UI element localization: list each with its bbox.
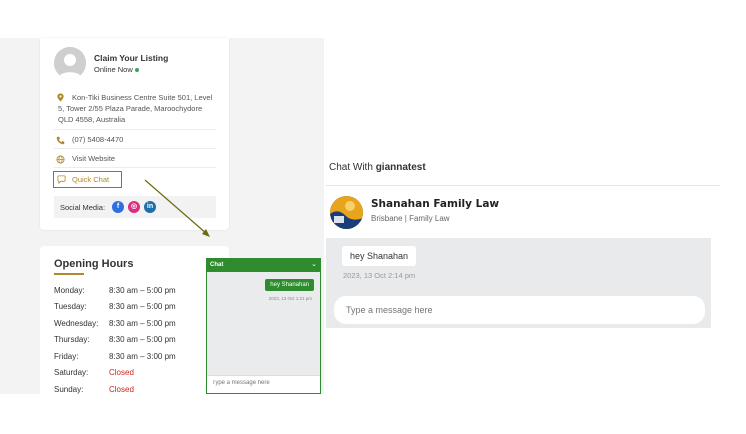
divider	[326, 185, 720, 186]
hours-time: 8:30 am – 5:00 pm	[109, 302, 176, 311]
chat-message-time: 2023, 13 Oct 2:14 pm	[343, 271, 416, 280]
chevron-down-icon[interactable]: ⌄	[311, 260, 317, 268]
chat-widget-message: hey Shanahan	[265, 279, 314, 291]
hours-row: Friday: 8:30 am – 3:00 pm	[54, 352, 214, 368]
hours-day: Thursday:	[54, 335, 90, 344]
hours-time: 8:30 am – 5:00 pm	[109, 319, 176, 328]
hours-day: Sunday:	[54, 385, 84, 394]
chat-heading-prefix: Chat With	[329, 162, 373, 173]
hours-time: 8:30 am – 3:00 pm	[109, 352, 176, 361]
online-status: Online Now	[94, 65, 139, 74]
hours-day: Wednesday:	[54, 319, 99, 328]
chat-message-area: hey Shanahan 2023, 13 Oct 2:14 pm	[326, 238, 711, 328]
firm-subtitle: Brisbane | Family Law	[371, 214, 450, 223]
social-media-label: Social Media:	[60, 203, 106, 212]
firm-logo	[330, 196, 363, 229]
address-text: Kon-Tiki Business Centre Suite 501, Leve…	[58, 92, 218, 125]
address-value: Kon-Tiki Business Centre Suite 501, Leve…	[58, 93, 213, 124]
facebook-icon[interactable]: f	[112, 201, 124, 213]
hours-time: 8:30 am – 5:00 pm	[109, 335, 176, 344]
chat-heading: Chat With giannatest	[329, 162, 426, 173]
chat-widget-input-area	[207, 375, 320, 393]
user-icon	[54, 47, 86, 79]
claim-listing-title[interactable]: Claim Your Listing	[94, 53, 168, 63]
chat-username: giannatest	[375, 162, 426, 173]
linkedin-icon[interactable]: in	[144, 201, 156, 213]
hours-time-closed: Closed	[109, 368, 134, 377]
firm-logo-image	[330, 196, 363, 229]
chat-widget-input[interactable]	[212, 380, 312, 386]
opening-hours-title: Opening Hours	[54, 258, 134, 270]
address-row: Kon-Tiki Business Centre Suite 501, Leve…	[54, 91, 216, 130]
opening-hours-card: Opening Hours Monday: 8:30 am – 5:00 pm …	[40, 246, 229, 394]
online-status-text: Online Now	[94, 65, 133, 74]
online-dot-icon	[134, 68, 139, 73]
phone-text[interactable]: (07) 5408-4470	[72, 134, 123, 145]
hours-day: Friday:	[54, 352, 79, 361]
visit-website-link[interactable]: Visit Website	[72, 153, 115, 164]
phone-icon	[56, 136, 65, 145]
chat-widget-title: Chat	[210, 262, 224, 268]
instagram-icon[interactable]: ◎	[128, 201, 140, 213]
hours-day: Tuesday:	[54, 302, 87, 311]
hours-time-closed: Closed	[109, 385, 134, 394]
listing-card: Claim Your Listing Online Now Kon-Tiki B…	[40, 38, 229, 230]
chat-message: hey Shanahan	[342, 246, 417, 266]
hours-row: Saturday: Closed	[54, 368, 214, 384]
chat-widget: Chat ⌄ hey Shanahan 2023, 13 Oct 1:21 pm	[206, 258, 321, 394]
chat-bubble-icon	[57, 175, 66, 184]
phone-row[interactable]: (07) 5408-4470	[54, 130, 216, 149]
hours-day: Monday:	[54, 286, 85, 295]
quick-chat-label: Quick Chat	[72, 175, 110, 184]
title-underline	[54, 273, 84, 275]
hours-row: Monday: 8:30 am – 5:00 pm	[54, 286, 214, 302]
website-row[interactable]: Visit Website	[54, 149, 216, 168]
hours-row: Sunday: Closed	[54, 385, 214, 401]
avatar	[54, 47, 86, 79]
message-input[interactable]	[334, 296, 705, 324]
hours-row: Wednesday: 8:30 am – 5:00 pm	[54, 319, 214, 335]
hours-row: Thursday: 8:30 am – 5:00 pm	[54, 335, 214, 351]
quick-chat-button[interactable]: Quick Chat	[53, 171, 122, 188]
hours-day: Saturday:	[54, 368, 89, 377]
chat-widget-header[interactable]: Chat ⌄	[207, 259, 320, 272]
social-media-bar: Social Media: f ◎ in	[54, 196, 216, 218]
chat-widget-time: 2023, 13 Oct 1:21 pm	[268, 296, 312, 301]
hours-time: 8:30 am – 5:00 pm	[109, 286, 176, 295]
hours-row: Tuesday: 8:30 am – 5:00 pm	[54, 302, 214, 318]
firm-name: Shanahan Family Law	[371, 198, 500, 210]
globe-icon	[56, 155, 65, 164]
